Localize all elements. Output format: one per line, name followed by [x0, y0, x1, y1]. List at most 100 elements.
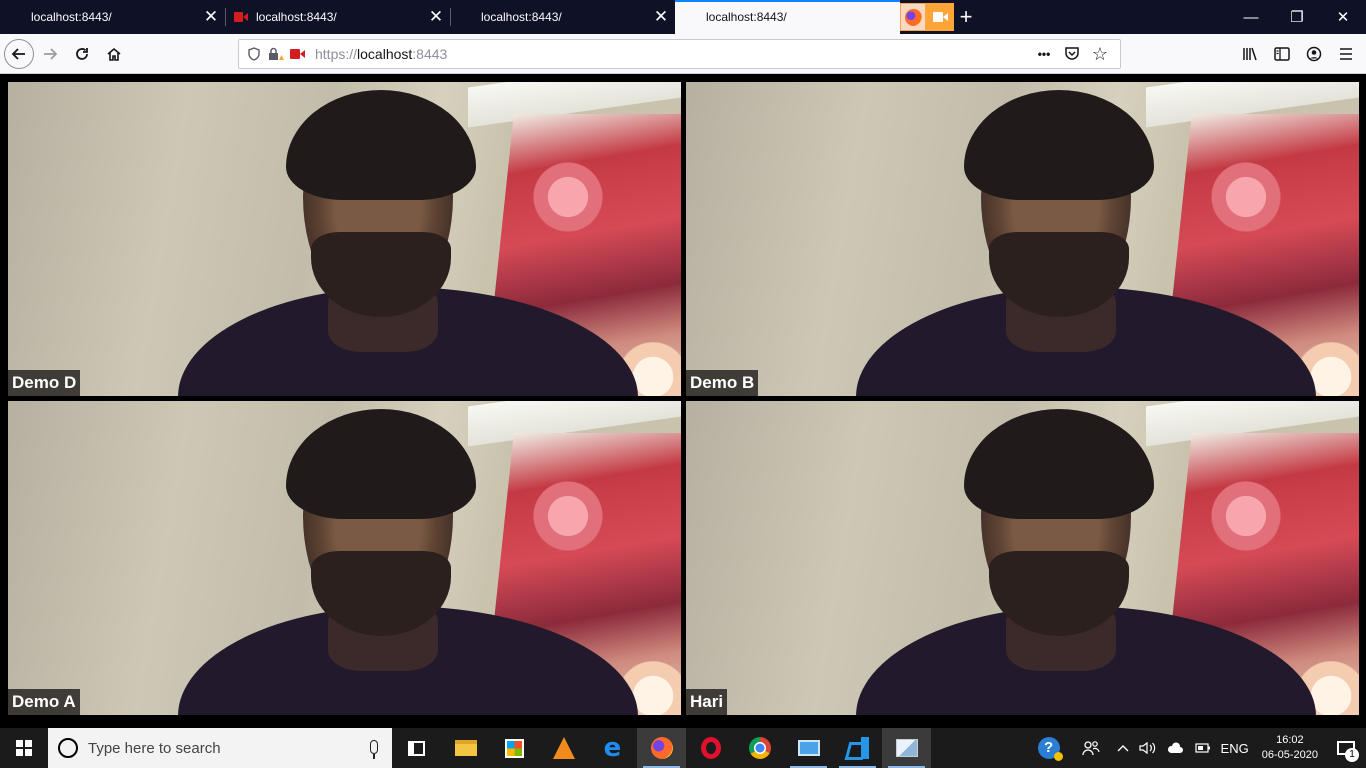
- navigation-toolbar: https://localhost:8443 ••• ☆: [0, 34, 1366, 74]
- new-tab-button[interactable]: +: [954, 3, 978, 31]
- bookmark-star-icon[interactable]: ☆: [1086, 43, 1114, 65]
- cortana-icon: [58, 738, 78, 758]
- participant-name-label: Demo B: [686, 370, 759, 396]
- home-button[interactable]: [98, 38, 130, 70]
- sharing-indicators: +: [900, 0, 978, 34]
- file-explorer-button[interactable]: [441, 728, 490, 768]
- pocket-icon[interactable]: [1058, 43, 1086, 65]
- participant-name-label: Demo A: [8, 689, 80, 715]
- speaker-icon: [1138, 741, 1155, 755]
- close-window-button[interactable]: ✕: [1320, 0, 1366, 34]
- vlc-icon: [552, 737, 575, 759]
- tab-title: localhost:8443/: [31, 10, 112, 24]
- url-actions: ••• ☆: [1030, 43, 1114, 65]
- page-actions-button[interactable]: •••: [1030, 43, 1058, 65]
- vlc-button[interactable]: [539, 728, 588, 768]
- reload-button[interactable]: [66, 38, 98, 70]
- clock[interactable]: 16:02 06-05-2020: [1254, 728, 1326, 768]
- arrow-right-icon: [44, 47, 58, 60]
- help-icon: ?: [1037, 737, 1063, 761]
- sidebar-icon[interactable]: [1266, 38, 1298, 70]
- browser-tab-4-active[interactable]: localhost:8443/: [675, 0, 900, 34]
- vscode-button[interactable]: [833, 728, 882, 768]
- participant-name-label: Hari: [686, 689, 728, 715]
- forward-button[interactable]: [34, 38, 66, 70]
- address-bar[interactable]: https://localhost:8443 ••• ☆: [238, 39, 1121, 69]
- tab-strip: localhost:8443/ ✕ localhost:8443/ ✕ loca…: [0, 0, 1366, 34]
- task-view-button[interactable]: [392, 728, 441, 768]
- network-button[interactable]: [1162, 728, 1190, 768]
- video-tile[interactable]: Demo D: [8, 82, 681, 396]
- clock-date: 06-05-2020: [1261, 749, 1318, 761]
- notification-count-badge: 1: [1345, 748, 1359, 762]
- opera-button[interactable]: [686, 728, 735, 768]
- video-tile[interactable]: Demo A: [8, 401, 681, 715]
- store-button[interactable]: [490, 728, 539, 768]
- volume-button[interactable]: [1134, 728, 1162, 768]
- video-tile[interactable]: Demo B: [686, 82, 1359, 396]
- close-icon[interactable]: ✕: [422, 3, 450, 31]
- minimize-button[interactable]: —: [1228, 0, 1274, 34]
- battery-icon: [1194, 743, 1210, 753]
- close-icon[interactable]: ✕: [197, 3, 225, 31]
- store-icon: [505, 738, 524, 758]
- taskbar-search-box[interactable]: Type here to search: [48, 728, 392, 768]
- show-hidden-icons-button[interactable]: [1112, 728, 1134, 768]
- monitor-icon: [797, 740, 820, 756]
- paint-icon: [895, 739, 918, 757]
- insecure-lock-icon[interactable]: [265, 43, 287, 65]
- close-icon[interactable]: ✕: [647, 3, 675, 31]
- search-placeholder: Type here to search: [88, 739, 221, 757]
- browser-tab-1[interactable]: localhost:8443/ ✕: [0, 0, 225, 34]
- window-controls: — ❐ ✕: [1228, 0, 1366, 34]
- tab-title: localhost:8443/: [706, 10, 787, 24]
- toolbar-right: [1234, 38, 1362, 70]
- battery-button[interactable]: [1190, 728, 1216, 768]
- reload-icon: [76, 47, 88, 60]
- account-icon[interactable]: [1298, 38, 1330, 70]
- system-tray: ? ENG 16:02 06-05-2020 1: [1028, 728, 1366, 768]
- people-button[interactable]: [1070, 728, 1112, 768]
- camera-sharing-icon: [234, 12, 248, 22]
- clock-time: 16:02: [1276, 734, 1304, 746]
- participant-name-label: Demo D: [8, 370, 81, 396]
- restore-button[interactable]: ❐: [1274, 0, 1320, 34]
- microphone-icon[interactable]: [370, 740, 378, 759]
- home-icon: [107, 47, 121, 61]
- edge-icon: e: [603, 733, 622, 763]
- cloud-network-icon: [1167, 742, 1183, 753]
- folder-icon: [454, 740, 477, 756]
- browser-tab-2[interactable]: localhost:8443/ ✕: [225, 0, 450, 34]
- remote-desktop-button[interactable]: [784, 728, 833, 768]
- people-icon: [1081, 741, 1100, 756]
- tab-title: localhost:8443/: [256, 10, 337, 24]
- start-button[interactable]: [0, 728, 48, 768]
- windows-logo-icon: [16, 740, 32, 756]
- hamburger-menu-icon[interactable]: [1330, 38, 1362, 70]
- action-center-button[interactable]: 1: [1326, 728, 1366, 768]
- paint-button[interactable]: [882, 728, 931, 768]
- library-icon[interactable]: [1234, 38, 1266, 70]
- help-tray-button[interactable]: ?: [1028, 728, 1070, 768]
- url-text[interactable]: https://localhost:8443: [315, 46, 447, 62]
- edge-button[interactable]: e: [588, 728, 637, 768]
- camera-sharing-badge[interactable]: [926, 3, 954, 31]
- windows-taskbar: Type here to search e ? ENG 16:02 06-05-…: [0, 728, 1366, 768]
- camera-permission-icon[interactable]: [287, 43, 309, 65]
- arrow-left-icon: [11, 47, 25, 60]
- video-conference-grid: Demo D Demo B Demo A Hari: [0, 75, 1366, 721]
- tab-title: localhost:8443/: [481, 10, 562, 24]
- browser-tab-3[interactable]: localhost:8443/ ✕: [450, 0, 675, 34]
- firefox-button[interactable]: [637, 728, 686, 768]
- task-view-icon: [408, 740, 425, 756]
- back-button[interactable]: [4, 38, 34, 69]
- language-indicator[interactable]: ENG: [1216, 728, 1254, 768]
- firefox-sharing-icon[interactable]: [900, 3, 926, 31]
- chrome-icon: [748, 737, 771, 759]
- chrome-button[interactable]: [735, 728, 784, 768]
- shield-icon[interactable]: [243, 43, 265, 65]
- firefox-icon: [650, 737, 673, 759]
- opera-icon: [700, 737, 721, 759]
- video-tile[interactable]: Hari: [686, 401, 1359, 715]
- vscode-icon: [847, 737, 869, 759]
